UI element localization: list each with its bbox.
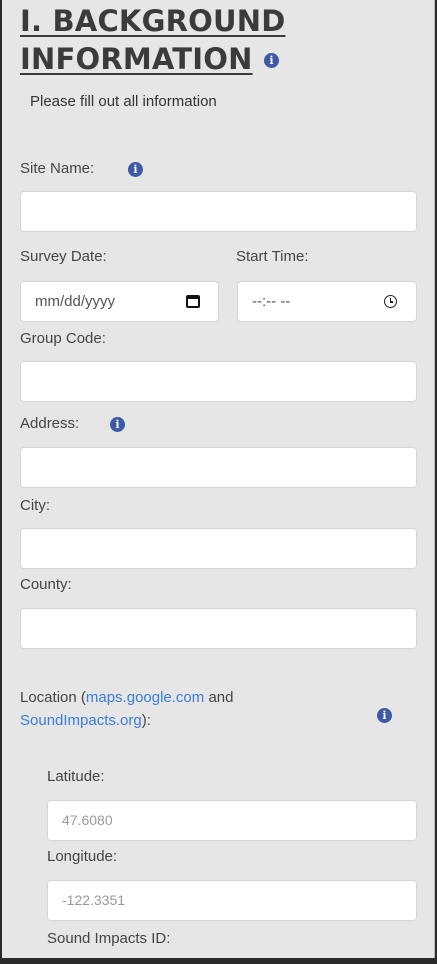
location-middle: and <box>204 689 234 706</box>
instruction-text: Please fill out all information <box>30 93 217 110</box>
location-label: Location (maps.google.com and SoundImpac… <box>20 686 320 732</box>
calendar-icon[interactable] <box>186 295 200 308</box>
survey-date-input[interactable]: mm/dd/yyyy <box>20 281 219 322</box>
site-name-label: Site Name: <box>20 160 95 177</box>
info-circle-icon[interactable]: i <box>128 162 143 177</box>
longitude-placeholder: -122.3351 <box>62 892 126 908</box>
section-title-line2: INFORMATION <box>20 42 253 76</box>
start-time-label: Start Time: <box>236 248 309 265</box>
info-circle-icon[interactable]: i <box>110 417 125 432</box>
section-title-line1: I. BACKGROUND <box>20 4 286 38</box>
location-suffix: ): <box>141 712 151 729</box>
latitude-label: Latitude: <box>47 768 105 785</box>
county-label: County: <box>20 576 72 593</box>
maps-google-link[interactable]: maps.google.com <box>86 689 204 706</box>
info-circle-icon[interactable]: i <box>377 708 392 723</box>
location-prefix: Location ( <box>20 689 86 706</box>
start-time-input[interactable]: --:-- -- <box>237 281 417 322</box>
clock-icon[interactable] <box>384 295 397 308</box>
city-input[interactable] <box>20 528 417 569</box>
group-code-label: Group Code: <box>20 330 106 347</box>
address-input[interactable] <box>20 447 417 488</box>
latitude-placeholder: 47.6080 <box>62 812 113 828</box>
latitude-input[interactable]: 47.6080 <box>47 800 417 841</box>
section-title: I. BACKGROUND INFORMATION <box>20 2 285 78</box>
address-label: Address: <box>20 415 80 432</box>
city-label: City: <box>20 497 50 514</box>
soundimpacts-link[interactable]: SoundImpacts.org <box>20 712 142 729</box>
survey-date-placeholder: mm/dd/yyyy <box>35 293 116 310</box>
longitude-label: Longitude: <box>47 848 118 865</box>
background-information-panel: I. BACKGROUND INFORMATION i Please fill … <box>2 0 435 958</box>
start-time-placeholder: --:-- -- <box>252 293 291 310</box>
county-input[interactable] <box>20 608 417 649</box>
group-code-input[interactable] <box>20 361 417 402</box>
sound-impacts-id-label: Sound Impacts ID: <box>47 930 171 947</box>
site-name-input[interactable] <box>20 191 417 232</box>
survey-date-label: Survey Date: <box>20 248 107 265</box>
info-circle-icon[interactable]: i <box>264 53 279 68</box>
longitude-input[interactable]: -122.3351 <box>47 880 417 921</box>
